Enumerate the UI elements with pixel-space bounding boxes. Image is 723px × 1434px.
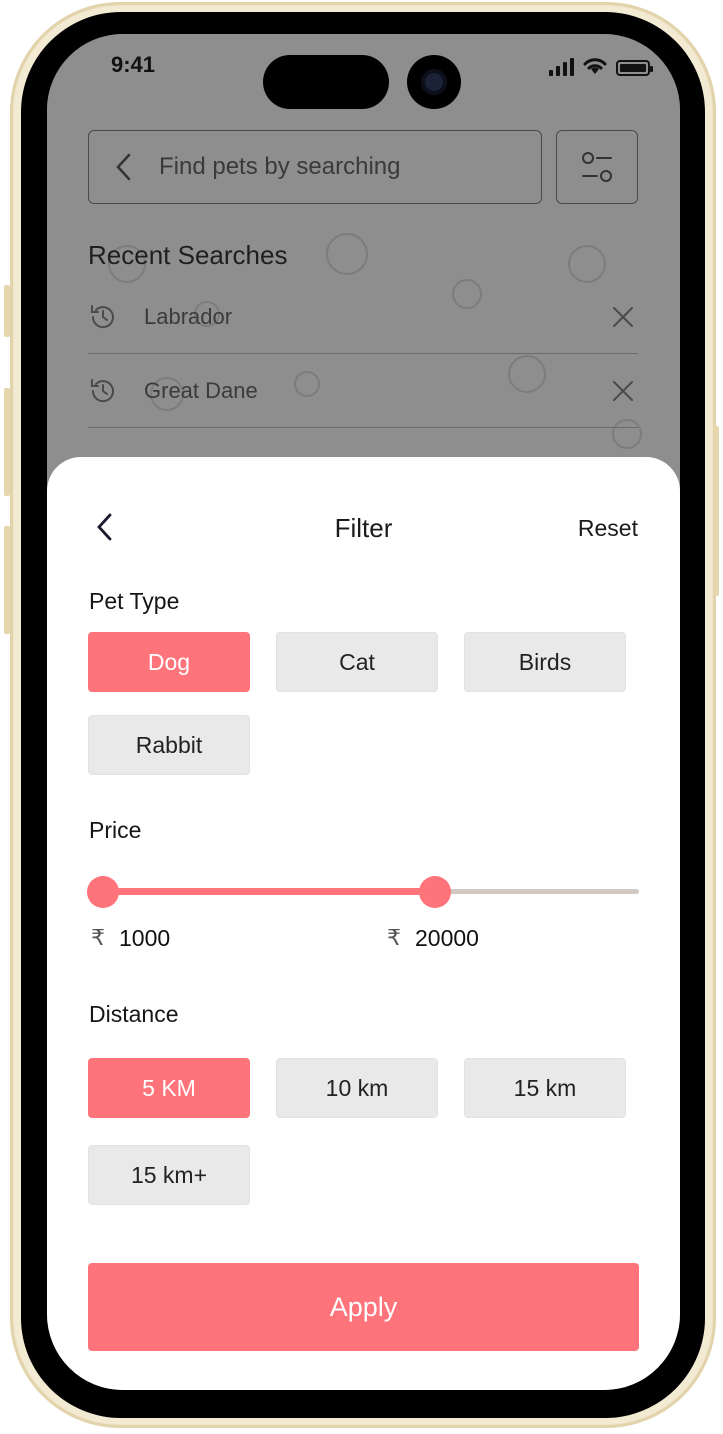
recent-search-item[interactable]: Great Dane	[88, 354, 638, 428]
camera-icon	[407, 55, 461, 109]
distance-label: Distance	[89, 1001, 179, 1027]
status-time: 9:41	[111, 52, 156, 77]
price-slider-max-handle[interactable]	[419, 876, 452, 908]
recent-searches-title: Recent Searches	[88, 240, 288, 270]
pet-type-chip-cat[interactable]: Cat	[276, 632, 438, 692]
wifi-icon	[583, 58, 607, 74]
close-icon[interactable]	[608, 305, 638, 329]
close-icon[interactable]	[608, 379, 638, 403]
price-max-value: 20000	[415, 925, 479, 951]
price-min: ₹ 1000	[91, 925, 170, 952]
dynamic-island	[263, 55, 389, 109]
back-button[interactable]	[89, 131, 159, 203]
apply-button[interactable]: Apply	[88, 1263, 639, 1351]
filter-sliders-icon	[582, 152, 612, 182]
reset-button[interactable]: Reset	[578, 515, 638, 542]
pet-type-chip-birds[interactable]: Birds	[464, 632, 626, 692]
price-max: ₹ 20000	[387, 925, 479, 952]
distance-chip-15km[interactable]: 15 km	[464, 1058, 626, 1118]
side-button	[713, 426, 719, 596]
screen: 9:41 Find pets by searching Recent Searc…	[47, 34, 680, 1390]
rupee-icon: ₹	[91, 926, 105, 951]
rupee-icon: ₹	[387, 926, 401, 951]
history-icon	[88, 376, 144, 406]
recent-search-item[interactable]: Labrador	[88, 280, 638, 354]
signal-icon	[549, 58, 574, 76]
search-placeholder: Find pets by searching	[159, 153, 401, 180]
battery-icon	[616, 60, 653, 76]
pet-type-chip-rabbit[interactable]: Rabbit	[88, 715, 250, 775]
distance-chip-10km[interactable]: 10 km	[276, 1058, 438, 1118]
history-icon	[88, 302, 144, 332]
recent-search-label: Great Dane	[144, 377, 258, 403]
filter-sheet: Filter Reset Pet Type Dog Cat Birds Rabb…	[47, 457, 680, 1390]
price-min-value: 1000	[119, 925, 171, 951]
recent-search-label: Labrador	[144, 303, 233, 329]
price-label: Price	[89, 817, 142, 843]
pet-type-chip-dog[interactable]: Dog	[88, 632, 250, 692]
distance-chip-5km[interactable]: 5 KM	[88, 1058, 250, 1118]
filter-button[interactable]	[556, 130, 638, 204]
pet-type-label: Pet Type	[89, 588, 180, 614]
side-button	[4, 388, 10, 496]
search-input[interactable]: Find pets by searching	[88, 130, 542, 204]
price-slider-fill	[103, 888, 436, 895]
side-button	[4, 526, 10, 634]
side-button	[4, 285, 10, 337]
chevron-left-icon	[116, 153, 131, 181]
filter-header: Filter Reset	[47, 507, 680, 547]
status-icons	[549, 56, 653, 76]
distance-chip-15km-plus[interactable]: 15 km+	[88, 1145, 250, 1205]
price-slider-min-handle[interactable]	[87, 876, 119, 908]
